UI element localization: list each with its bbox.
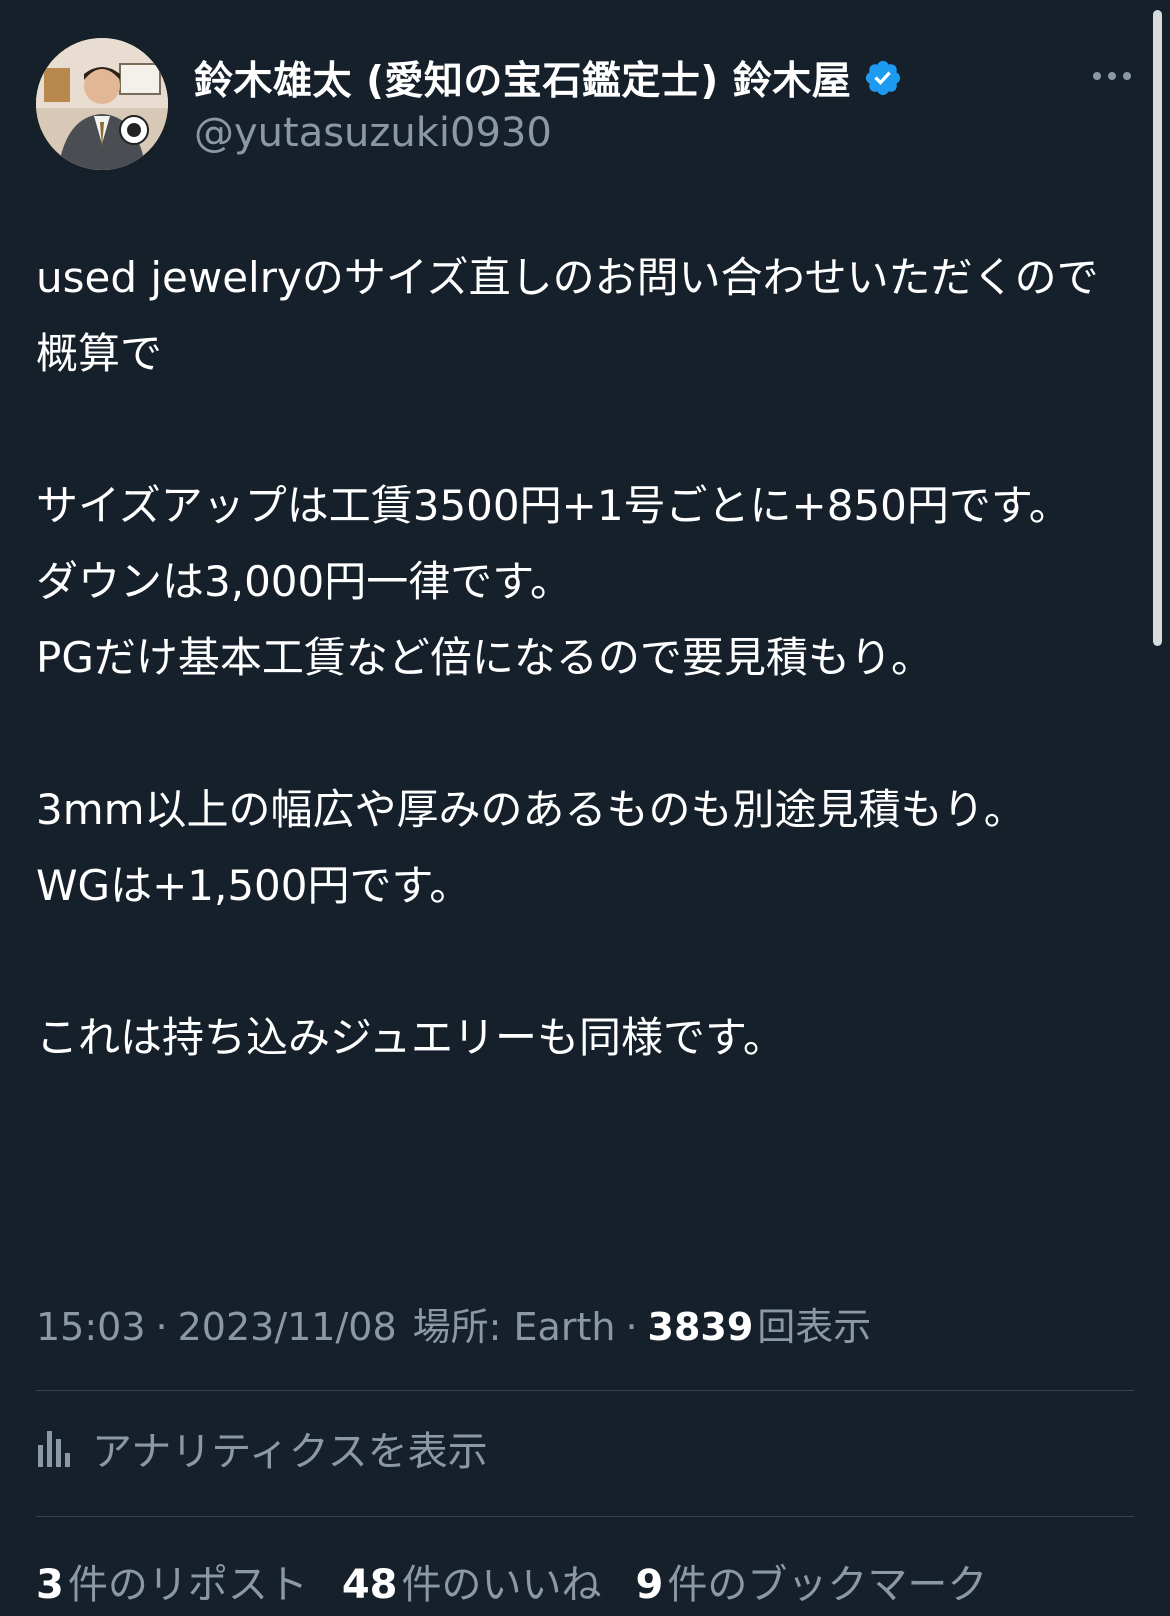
divider [36,1516,1134,1517]
likes-label: 件のいいね [401,1562,602,1608]
divider [36,1390,1134,1391]
views-count: 3839 [647,1305,754,1349]
bookmarks-count: 9 [635,1562,664,1608]
tweet-location: 場所: Earth [412,1305,616,1349]
analytics-label: アナリティクスを表示 [92,1429,488,1475]
tweet-header: 鈴木雄太 (愛知の宝石鑑定士) 鈴木屋 @yutasuzuki0930 [36,38,1134,170]
reposts-count: 3 [36,1562,64,1608]
reposts-stat[interactable]: 3 件のリポスト [36,1552,308,1610]
bookmarks-label: 件のブックマーク [667,1562,988,1608]
views-label: 回表示 [757,1305,872,1349]
bookmarks-stat[interactable]: 9 件のブックマーク [636,1552,988,1610]
tweet-date[interactable]: 2023/11/08 [178,1305,397,1349]
likes-count: 48 [341,1562,398,1608]
meta-separator: · [155,1305,168,1349]
user-handle[interactable]: @yutasuzuki0930 [194,110,903,156]
reposts-label: 件のリポスト [67,1562,308,1608]
analytics-bar-icon [38,1431,70,1467]
meta-separator: · [625,1305,638,1349]
tweet-text: used jewelryのサイズ直しのお問い合わせいただくので概算で サイズアッ… [36,253,1099,1062]
more-horizontal-icon[interactable] [1090,64,1134,88]
verified-badge-icon [866,60,901,96]
avatar[interactable] [36,38,168,170]
display-name[interactable]: 鈴木雄太 (愛知の宝石鑑定士) 鈴木屋 [194,50,851,106]
tweet-time[interactable]: 15:03 [36,1305,146,1349]
view-analytics-button[interactable]: アナリティクスを表示 [36,1420,488,1476]
tweet-stats: 3 件のリポスト 48 件のいいね 9 件のブックマーク [36,1552,1021,1610]
scrollbar[interactable] [1153,10,1162,646]
tweet-meta: 15:03 · 2023/11/08 場所: Earth · 3839 回表示 [36,1296,871,1351]
likes-stat[interactable]: 48 件のいいね [342,1552,602,1610]
